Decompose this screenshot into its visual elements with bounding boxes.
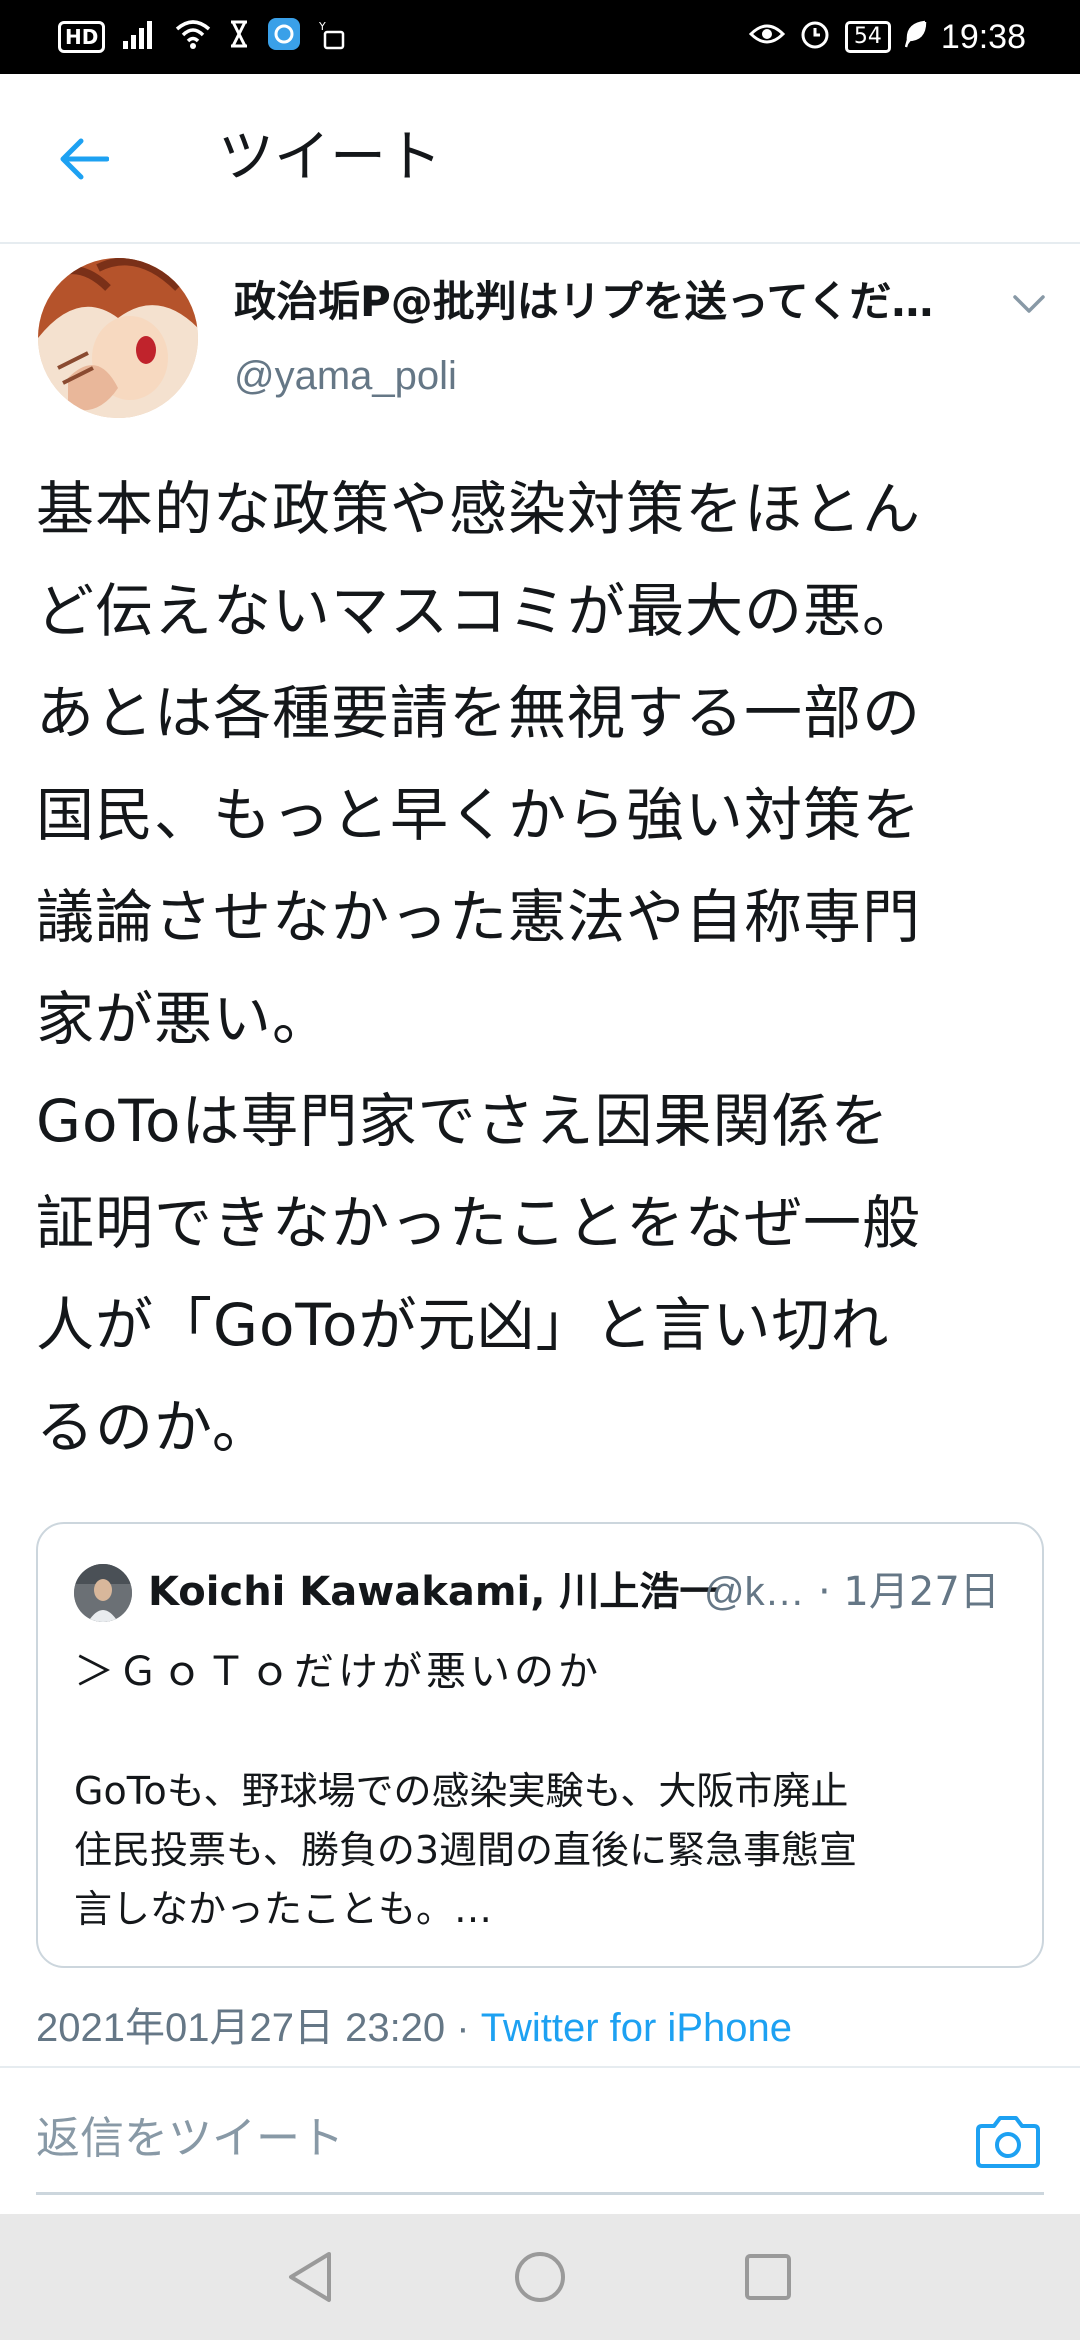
nav-recents-button[interactable] xyxy=(736,2245,800,2309)
status-bar-left: HD Y xyxy=(58,0,347,74)
leaf-icon xyxy=(904,20,927,54)
back-button[interactable] xyxy=(50,126,116,192)
status-bar: HD Y 54 19:38 xyxy=(0,0,1080,74)
divider xyxy=(0,2066,1080,2068)
tweet-timestamp: 2021年01月27日 23:20 xyxy=(36,2006,446,2050)
camera-icon xyxy=(976,2116,1040,2168)
wifi-icon xyxy=(175,19,211,55)
author-handle[interactable]: @yama_poli xyxy=(234,348,457,404)
square-recents-icon xyxy=(745,2254,791,2300)
clock: 19:38 xyxy=(940,17,1026,56)
svg-text:Y: Y xyxy=(319,20,326,33)
app-icon xyxy=(267,17,301,57)
tweet-text: 基本的な政策や感染対策をほとん ど伝えないマスコミが最大の悪。 あとは各種要請を… xyxy=(36,475,922,1461)
more-options-button[interactable] xyxy=(1004,284,1054,324)
meta-separator: · xyxy=(445,2006,481,2050)
quoted-tweet-body: GoToも、野球場での感染実験も、大阪市廃止 住民投票も、勝負の3週間の直後に緊… xyxy=(74,1769,858,1931)
quoted-author-name: Koichi Kawakami, 川上浩一 xyxy=(148,1569,720,1615)
reply-underline xyxy=(36,2192,1044,2195)
reply-input[interactable]: 返信をツイート xyxy=(36,2108,344,2170)
app-header: ツイート xyxy=(0,74,1080,244)
system-nav-bar xyxy=(0,2214,1080,2340)
quoted-tweet-first-line: ＞ＧｏＴｏだけが悪いのか xyxy=(74,1649,602,1695)
hd-badge: HD xyxy=(58,21,106,53)
quoted-author-handle: @k… xyxy=(704,1570,805,1614)
page-title: ツイート xyxy=(218,125,442,190)
camera-button[interactable] xyxy=(972,2104,1044,2176)
data-icon: Y xyxy=(318,18,347,56)
triangle-back-icon xyxy=(289,2252,331,2302)
nav-back-button[interactable] xyxy=(278,2245,342,2309)
quoted-author-avatar xyxy=(74,1564,132,1622)
circle-home-icon xyxy=(515,2252,565,2302)
quoted-tweet-date: · 1月27日 xyxy=(818,1569,1000,1615)
hourglass-icon xyxy=(229,19,249,55)
tweet-meta: 2021年01月27日 23:20 · Twitter for iPhone xyxy=(36,2000,792,2056)
tweet-source-link[interactable]: Twitter for iPhone xyxy=(481,2006,792,2050)
chevron-down-icon xyxy=(1013,295,1045,313)
nav-home-button[interactable] xyxy=(508,2245,572,2309)
author-name[interactable]: 政治垢P@批判はリプを送ってくだ… xyxy=(234,272,974,332)
battery-indicator: 54 xyxy=(844,21,891,53)
alarm-icon xyxy=(799,18,831,56)
author-avatar[interactable] xyxy=(38,258,198,418)
back-arrow-icon xyxy=(60,138,109,180)
signal-icon xyxy=(123,19,157,55)
eye-icon xyxy=(748,21,786,53)
status-bar-right: 54 19:38 xyxy=(748,0,1026,74)
quoted-tweet-card[interactable]: Koichi Kawakami, 川上浩一 @k… · 1月27日 ＞ＧｏＴｏだ… xyxy=(36,1522,1044,1968)
